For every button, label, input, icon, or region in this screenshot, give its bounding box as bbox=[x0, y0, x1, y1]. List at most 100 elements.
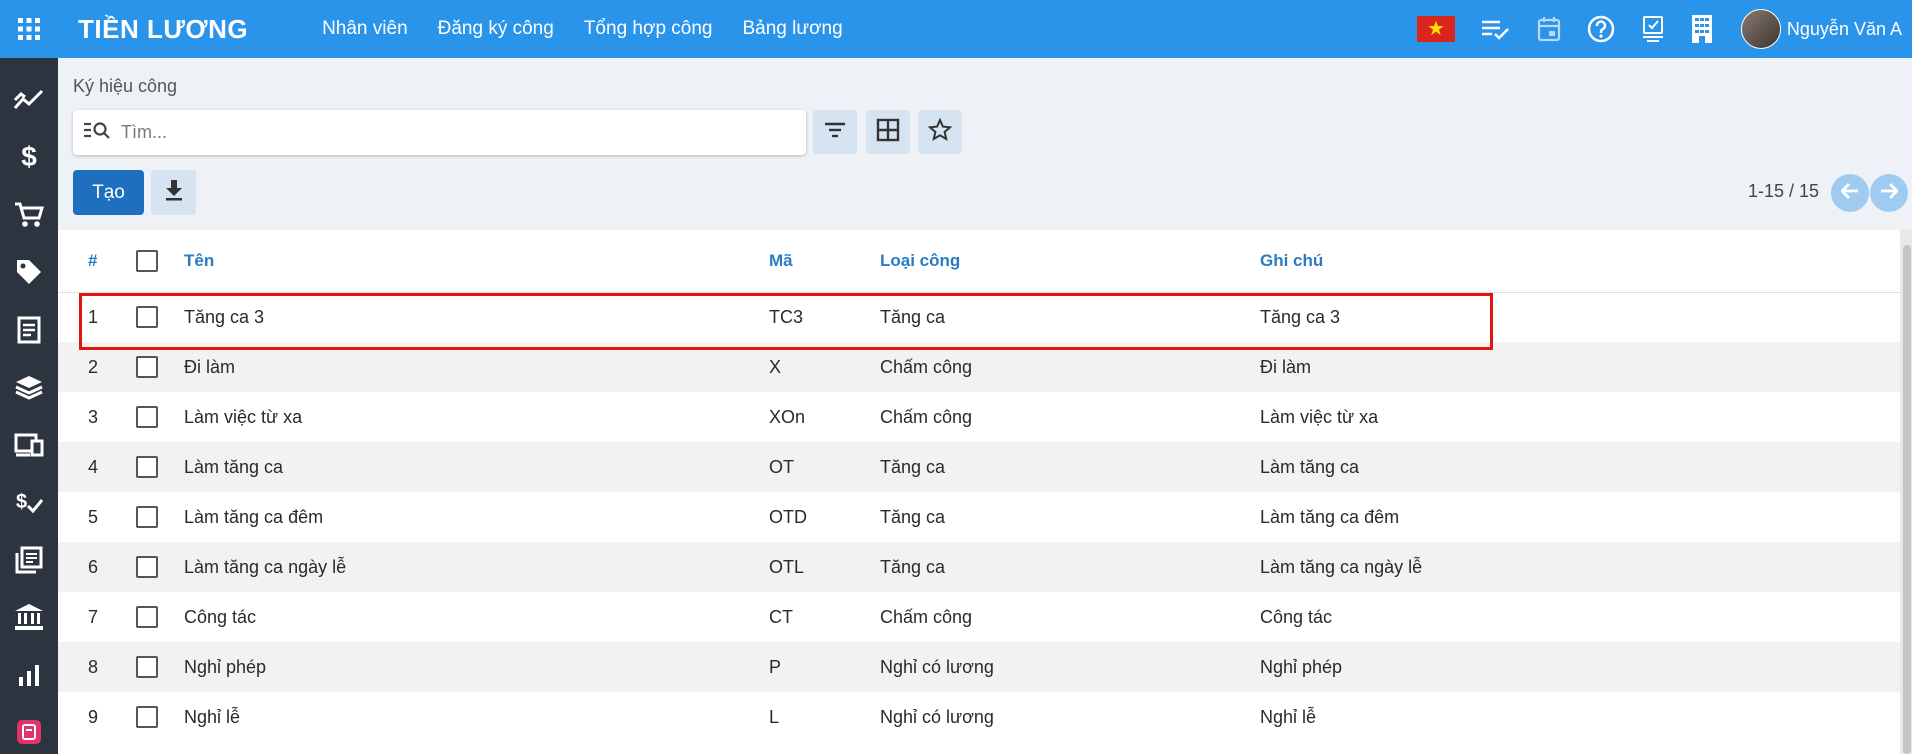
row-name[interactable]: Nghỉ lễ bbox=[184, 692, 769, 742]
row-checkbox[interactable] bbox=[136, 406, 158, 428]
table-row[interactable]: 6 Làm tăng ca ngày lễ OTL Tăng ca Làm tăng c… bbox=[58, 542, 1900, 592]
pager-previous-button[interactable] bbox=[1831, 174, 1869, 212]
dollar-icon[interactable]: $ bbox=[0, 129, 58, 187]
row-type[interactable]: Chấm công bbox=[880, 592, 1260, 642]
table-row[interactable]: 4 Làm tăng ca OT Tăng ca Làm tăng ca bbox=[58, 442, 1900, 492]
row-number: 6 bbox=[88, 556, 99, 577]
row-type[interactable]: Tăng ca bbox=[880, 292, 1260, 342]
row-name[interactable]: Làm tăng ca bbox=[184, 442, 769, 492]
building-icon[interactable] bbox=[1691, 14, 1713, 44]
row-name[interactable]: Đi làm bbox=[184, 342, 769, 392]
row-select-cell bbox=[136, 392, 184, 442]
app-icon[interactable] bbox=[0, 704, 58, 754]
table-row[interactable]: 5 Làm tăng ca đêm OTD Tăng ca Làm tăng ca đê… bbox=[58, 492, 1900, 542]
search-input[interactable] bbox=[121, 122, 721, 143]
language-selector[interactable]: ★ bbox=[1416, 16, 1455, 42]
search-box[interactable] bbox=[73, 110, 806, 155]
scrollbar-thumb[interactable] bbox=[1903, 245, 1911, 754]
row-name[interactable]: Làm việc từ xa bbox=[184, 392, 769, 442]
row-type[interactable]: Chấm công bbox=[880, 342, 1260, 392]
row-checkbox[interactable] bbox=[136, 656, 158, 678]
table-row[interactable]: 9 Nghỉ lễ L Nghỉ có lương Nghỉ lễ bbox=[58, 692, 1900, 742]
row-note[interactable]: Công tác bbox=[1260, 592, 1900, 642]
table-row[interactable]: 3 Làm việc từ xa XOn Chấm công Làm việc từ x… bbox=[58, 392, 1900, 442]
download-button[interactable] bbox=[151, 170, 196, 215]
row-name[interactable]: Nghỉ phép bbox=[184, 642, 769, 692]
devices-icon[interactable] bbox=[0, 416, 58, 474]
pager-next-button[interactable] bbox=[1870, 174, 1908, 212]
table-row[interactable]: 2 Đi làm X Chấm công Đi làm bbox=[58, 342, 1900, 392]
row-note[interactable]: Nghỉ phép bbox=[1260, 642, 1900, 692]
row-type[interactable]: Tăng ca bbox=[880, 442, 1260, 492]
row-checkbox[interactable] bbox=[136, 556, 158, 578]
row-name[interactable]: Tăng ca 3 bbox=[184, 292, 769, 342]
row-code[interactable]: L bbox=[769, 692, 880, 742]
help-icon[interactable] bbox=[1587, 15, 1615, 43]
row-code[interactable]: OTD bbox=[769, 492, 880, 542]
row-type[interactable]: Nghỉ có lương bbox=[880, 692, 1260, 742]
row-checkbox[interactable] bbox=[136, 306, 158, 329]
filter-button[interactable] bbox=[813, 110, 857, 154]
menu-item-employees[interactable]: Nhân viên bbox=[322, 18, 408, 40]
row-type[interactable]: Tăng ca bbox=[880, 492, 1260, 542]
header-code[interactable]: Mã bbox=[769, 230, 880, 293]
select-all-checkbox[interactable] bbox=[136, 249, 158, 272]
row-note[interactable]: Tăng ca 3 bbox=[1260, 292, 1900, 342]
row-checkbox[interactable] bbox=[136, 506, 158, 528]
avatar[interactable] bbox=[1740, 9, 1781, 49]
row-select-cell bbox=[136, 342, 184, 392]
row-checkbox[interactable] bbox=[136, 706, 158, 728]
header-note[interactable]: Ghi chú bbox=[1260, 230, 1900, 293]
menu-item-attendance-registration[interactable]: Đăng ký công bbox=[438, 18, 554, 40]
row-code[interactable]: TC3 bbox=[769, 292, 880, 342]
row-name[interactable]: Công tác bbox=[184, 592, 769, 642]
stack-icon[interactable] bbox=[0, 359, 58, 417]
header-name[interactable]: Tên bbox=[184, 230, 769, 293]
group-by-button[interactable] bbox=[866, 110, 910, 154]
row-name[interactable]: Làm tăng ca đêm bbox=[184, 492, 769, 542]
row-checkbox[interactable] bbox=[136, 606, 158, 628]
row-checkbox[interactable] bbox=[136, 356, 158, 378]
favorites-button[interactable] bbox=[918, 110, 962, 154]
bank-icon[interactable] bbox=[0, 589, 58, 647]
row-type[interactable]: Tăng ca bbox=[880, 542, 1260, 592]
document-icon[interactable] bbox=[0, 301, 58, 359]
row-note[interactable]: Làm tăng ca bbox=[1260, 442, 1900, 492]
row-note[interactable]: Làm tăng ca đêm bbox=[1260, 492, 1900, 542]
app-grid-icon[interactable] bbox=[0, 0, 58, 58]
library-icon[interactable] bbox=[0, 531, 58, 589]
menu-item-payroll[interactable]: Bảng lương bbox=[743, 18, 843, 40]
row-note[interactable]: Nghỉ lễ bbox=[1260, 692, 1900, 742]
bar-chart-icon[interactable] bbox=[0, 646, 58, 704]
user-name[interactable]: Nguyễn Văn A bbox=[1787, 19, 1902, 40]
app-title[interactable]: TIỀN LƯƠNG bbox=[78, 14, 248, 45]
payment-check-icon[interactable]: $ bbox=[0, 474, 58, 532]
menu-item-attendance-summary[interactable]: Tổng hợp công bbox=[584, 18, 713, 40]
row-note[interactable]: Đi làm bbox=[1260, 342, 1900, 392]
tag-icon[interactable] bbox=[0, 244, 58, 302]
calendar-icon[interactable] bbox=[1537, 16, 1561, 42]
create-button[interactable]: Tạo bbox=[73, 170, 144, 215]
table-row[interactable]: 8 Nghỉ phép P Nghỉ có lương Nghỉ phép bbox=[58, 642, 1900, 692]
row-code[interactable]: OTL bbox=[769, 542, 880, 592]
row-type[interactable]: Nghỉ có lương bbox=[880, 642, 1260, 692]
row-note[interactable]: Làm việc từ xa bbox=[1260, 392, 1900, 442]
row-code[interactable]: OT bbox=[769, 442, 880, 492]
header-type[interactable]: Loại công bbox=[880, 230, 1260, 293]
cart-icon[interactable] bbox=[0, 186, 58, 244]
approval-icon[interactable] bbox=[1641, 15, 1665, 43]
analytics-icon[interactable] bbox=[0, 71, 58, 129]
row-name[interactable]: Làm tăng ca ngày lễ bbox=[184, 542, 769, 592]
row-select-cell bbox=[136, 492, 184, 542]
table-row[interactable]: 1 Tăng ca 3 TC3 Tăng ca Tăng ca 3 bbox=[58, 292, 1900, 342]
row-code[interactable]: X bbox=[769, 342, 880, 392]
row-code[interactable]: XOn bbox=[769, 392, 880, 442]
table-row[interactable]: 7 Công tác CT Chấm công Công tác bbox=[58, 592, 1900, 642]
checklist-icon[interactable] bbox=[1481, 17, 1511, 41]
row-note[interactable]: Làm tăng ca ngày lễ bbox=[1260, 542, 1900, 592]
row-type[interactable]: Chấm công bbox=[880, 392, 1260, 442]
row-code[interactable]: P bbox=[769, 642, 880, 692]
pager-value[interactable]: 1-15 / 15 bbox=[1748, 181, 1819, 202]
row-code[interactable]: CT bbox=[769, 592, 880, 642]
row-checkbox[interactable] bbox=[136, 456, 158, 478]
